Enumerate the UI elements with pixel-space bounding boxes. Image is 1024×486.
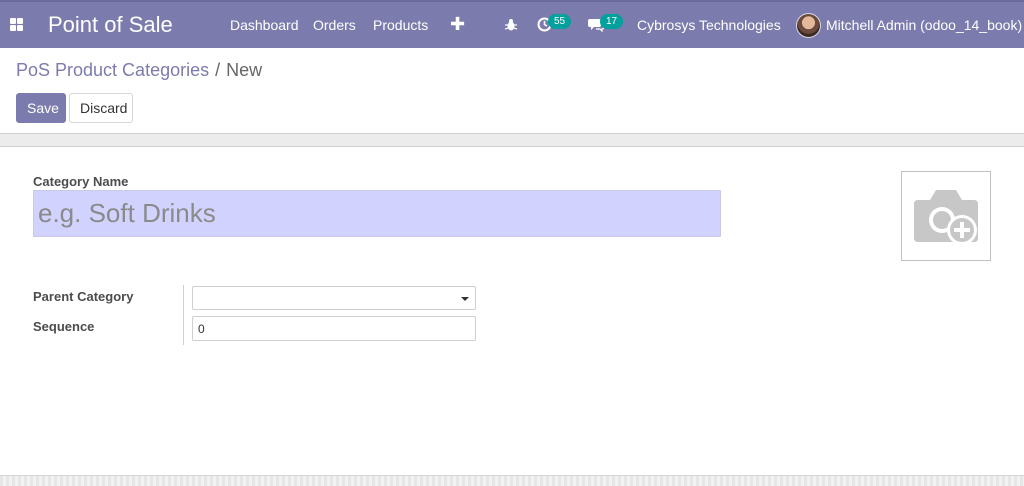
footer-band xyxy=(0,475,1024,486)
discard-button[interactable]: Discard xyxy=(69,93,133,123)
breadcrumb-parent-link[interactable]: PoS Product Categories xyxy=(16,60,209,81)
breadcrumb: PoS Product Categories / New xyxy=(16,60,262,81)
breadcrumb-separator: / xyxy=(215,60,221,80)
category-name-input[interactable] xyxy=(33,190,721,237)
parent-category-label: Parent Category xyxy=(33,289,134,304)
sequence-label: Sequence xyxy=(33,319,95,334)
parent-category-select[interactable] xyxy=(192,286,476,310)
camera-add-icon xyxy=(914,190,978,245)
company-switcher[interactable]: Cybrosys Technologies xyxy=(637,17,781,33)
bug-icon[interactable] xyxy=(505,18,517,32)
apps-menu-icon[interactable] xyxy=(10,18,23,31)
plus-icon[interactable]: ✚ xyxy=(450,14,465,35)
menu-orders[interactable]: Orders xyxy=(313,17,356,33)
category-name-label: Category Name xyxy=(33,174,129,189)
chevron-down-icon xyxy=(461,297,469,301)
user-menu[interactable]: Mitchell Admin (odoo_14_book) xyxy=(826,17,1022,33)
control-panel-divider xyxy=(0,133,1024,147)
menu-products[interactable]: Products xyxy=(373,17,428,33)
menu-dashboard[interactable]: Dashboard xyxy=(230,17,299,33)
field-divider xyxy=(183,285,184,345)
save-button[interactable]: Save xyxy=(16,93,66,123)
message-count-badge: 17 xyxy=(600,14,624,29)
category-image-upload[interactable] xyxy=(901,171,991,261)
sequence-input[interactable] xyxy=(192,316,476,341)
app-title[interactable]: Point of Sale xyxy=(48,12,173,38)
breadcrumb-current: New xyxy=(226,60,263,80)
user-avatar[interactable] xyxy=(796,13,821,38)
parent-category-value xyxy=(193,291,198,305)
top-navbar: Point of Sale Dashboard Orders Products … xyxy=(0,0,1024,48)
activity-count-badge: 55 xyxy=(548,14,572,29)
